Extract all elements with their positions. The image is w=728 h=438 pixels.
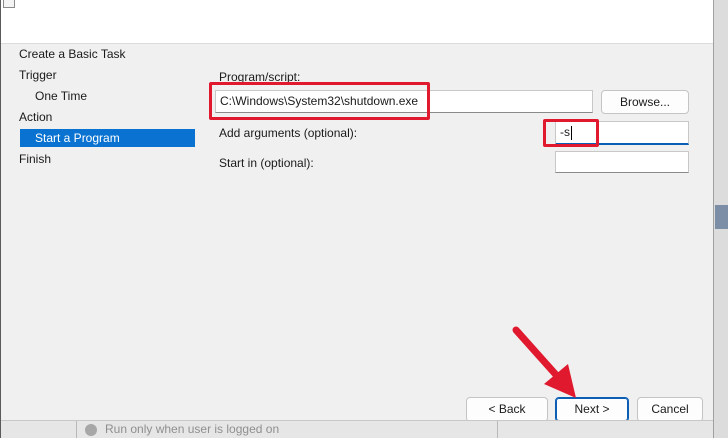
background-window-strip: Run only when user is logged on <box>1 420 713 438</box>
nav-step-one-time[interactable]: One Time <box>20 87 87 105</box>
wizard-steps-nav: Create a Basic Task Trigger One Time Act… <box>1 44 201 438</box>
nav-step-create-basic-task[interactable]: Create a Basic Task <box>19 45 126 63</box>
wizard-header <box>1 0 713 44</box>
text-caret <box>571 125 572 140</box>
red-arrow-icon <box>512 326 576 398</box>
nav-step-action[interactable]: Action <box>19 108 52 126</box>
cancel-button[interactable]: Cancel <box>637 397 703 422</box>
divider <box>76 421 77 438</box>
nav-step-start-a-program[interactable]: Start a Program <box>20 129 195 147</box>
scrollbar-thumb <box>715 205 728 229</box>
add-arguments-value: -s <box>560 125 570 139</box>
nav-step-finish[interactable]: Finish <box>19 150 51 168</box>
program-script-label: Program/script: <box>219 70 301 84</box>
start-in-label: Start in (optional): <box>219 156 314 170</box>
add-arguments-input[interactable]: -s <box>555 121 689 145</box>
window-icon <box>3 0 15 8</box>
add-arguments-label: Add arguments (optional): <box>219 126 358 140</box>
divider <box>497 421 498 438</box>
create-basic-task-wizard: Create a Basic Task Trigger One Time Act… <box>0 0 728 438</box>
radio-icon <box>85 424 97 436</box>
nav-step-trigger[interactable]: Trigger <box>19 66 57 84</box>
background-scrollbar <box>713 0 728 438</box>
program-script-value: C:\Windows\System32\shutdown.exe <box>220 94 419 108</box>
program-script-input[interactable]: C:\Windows\System32\shutdown.exe <box>215 90 593 113</box>
background-option-text: Run only when user is logged on <box>105 422 280 436</box>
start-in-input[interactable] <box>555 151 689 173</box>
browse-button[interactable]: Browse... <box>601 90 689 114</box>
